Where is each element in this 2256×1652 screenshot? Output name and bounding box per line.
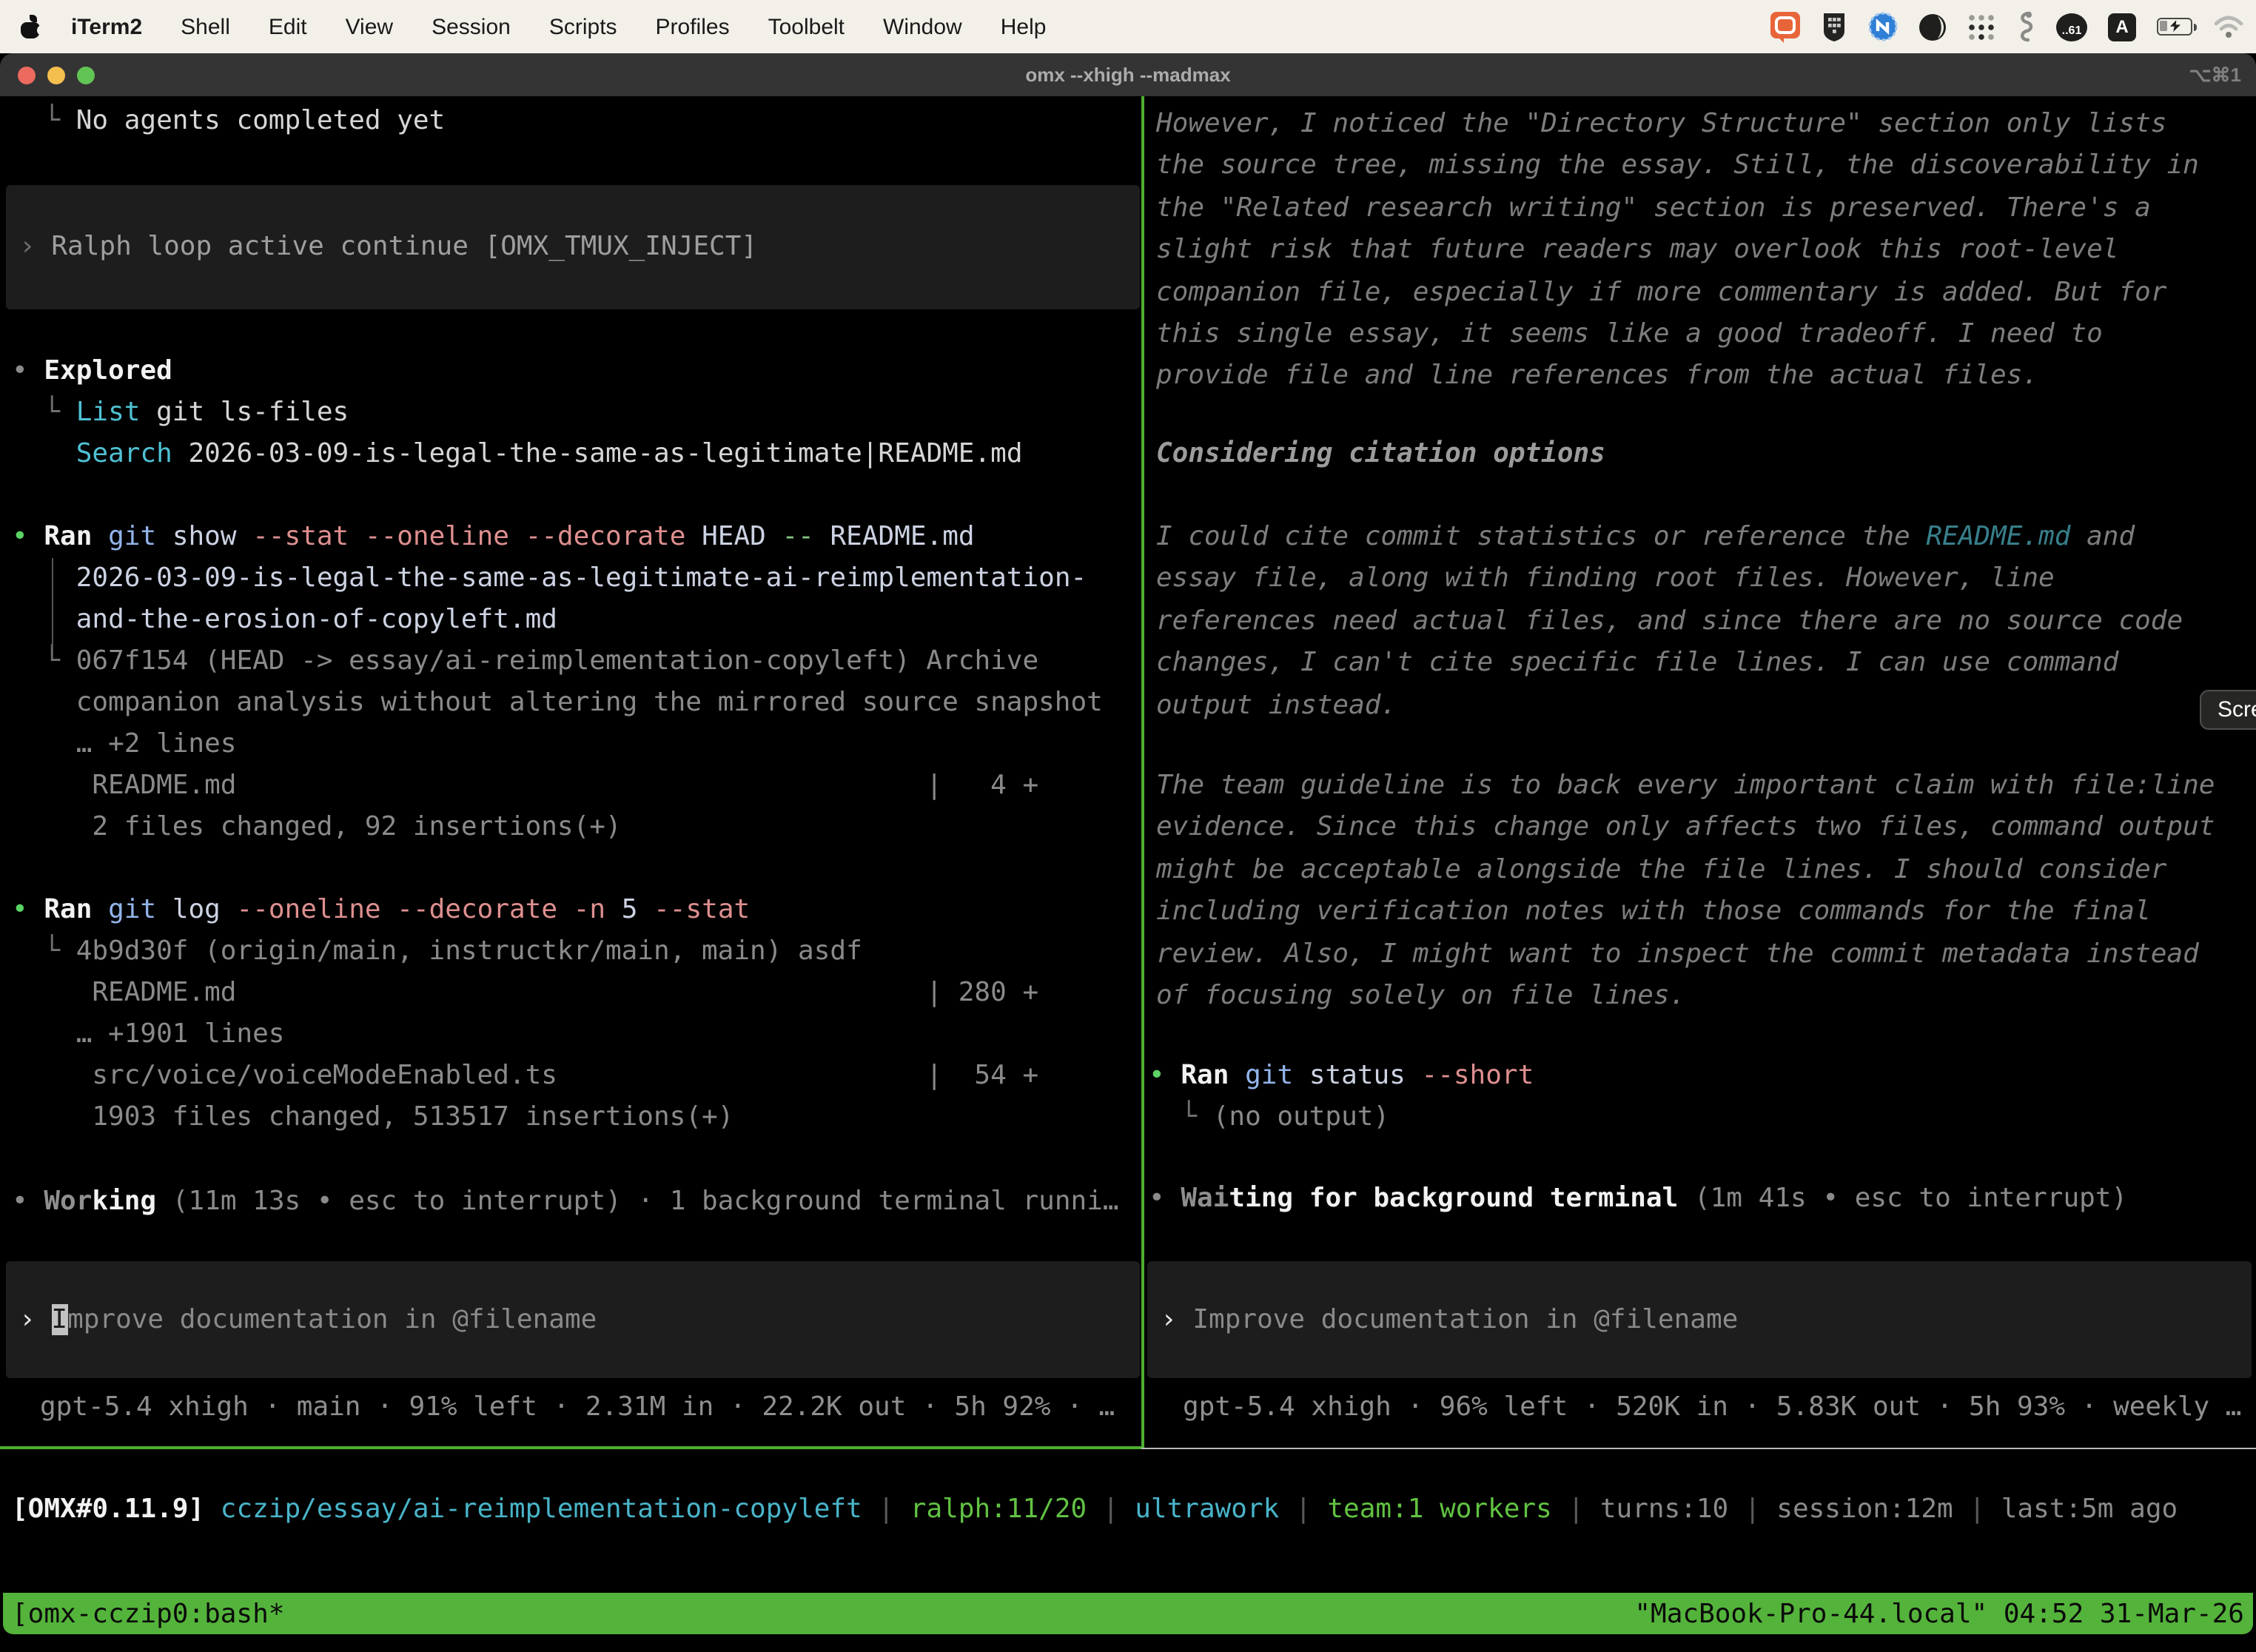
terminal-line: • Working (11m 13s • esc to interrupt) ·…	[12, 1181, 1119, 1223]
thinking-paragraph-1: However, I noticed the "Directory Struct…	[1156, 104, 2199, 398]
terminal-line: companion analysis without altering the …	[12, 682, 1103, 724]
window-title: omx --xhigh --madmax	[0, 64, 2256, 86]
menu-items: iTerm2 Shell Edit View Session Scripts Profile…	[71, 14, 1046, 39]
menu-window[interactable]: Window	[883, 14, 962, 39]
wifi-icon[interactable]	[2213, 15, 2244, 38]
git-log-block: • Ran git log --oneline --decorate -n 5 …	[12, 890, 1038, 1138]
blue-badge-icon[interactable]	[1868, 12, 1898, 41]
terminal-line: • Ran git show --stat --oneline --decora…	[12, 517, 1103, 558]
menu-profiles[interactable]: Profiles	[656, 14, 730, 39]
chat-bubble-icon[interactable]	[1770, 10, 1800, 43]
terminal-line: └ 067f154 (HEAD -> essay/ai-reimplementa…	[12, 641, 1103, 682]
terminal-line: essay file, along with finding root file…	[1156, 559, 2183, 601]
menubar-status-icons: ..61 A	[1770, 0, 2244, 53]
terminal-line: src/voice/voiceModeEnabled.ts | 54 +	[12, 1055, 1038, 1097]
terminal-line: 1903 files changed, 513517 insertions(+)	[12, 1097, 1038, 1138]
thinking-paragraph-3: The team guideline is to back every impo…	[1156, 765, 2215, 1018]
terminal-line: However, I noticed the "Directory Struct…	[1156, 104, 2199, 146]
terminal-line: and-the-erosion-of-copyleft.md	[12, 600, 1103, 641]
tmux-status-bar: [omx-cczip0:bash* "MacBook-Pro-44.local"…	[3, 1593, 2253, 1634]
terminal-line: The team guideline is to back every impo…	[1156, 765, 2215, 807]
terminal-line: of focusing solely on file lines.	[1156, 976, 2215, 1018]
tmux-session-name: [omx-cczip0:bash*	[12, 1598, 284, 1629]
terminal-line: output instead.	[1156, 685, 2183, 727]
terminal-line: changes, I can't cite specific file line…	[1156, 642, 2183, 685]
screen-tooltip-text: Scre	[2218, 697, 2256, 722]
terminal-line: └ List git ls-files	[12, 392, 1023, 434]
menu-help[interactable]: Help	[1001, 14, 1047, 39]
thinking-heading: Considering citation options	[1156, 434, 1605, 476]
terminal-line: slight risk that future readers may over…	[1156, 229, 2199, 272]
terminal-line: • Explored	[12, 351, 1023, 392]
tree-connector-line	[51, 558, 53, 647]
terminal-line: • Waiting for background terminal (1m 41…	[1149, 1178, 2127, 1220]
window-title-bar[interactable]: omx --xhigh --madmax ⌥⌘1	[0, 53, 2256, 96]
right-prompt-text: › Improve documentation in @filename	[1161, 1299, 1738, 1340]
terminal-line: the source tree, missing the essay. Stil…	[1156, 146, 2199, 188]
terminal-line: … +2 lines	[12, 724, 1103, 765]
keypad-shield-icon[interactable]	[1821, 11, 1847, 42]
menu-edit[interactable]: Edit	[269, 14, 307, 39]
squiggle-icon[interactable]	[2016, 10, 2035, 43]
terminal-line: references need actual files, and since …	[1156, 601, 2183, 643]
desktop-screen: iTerm2 Shell Edit View Session Scripts Profile…	[0, 0, 2256, 1652]
terminal-line: review. Also, I might want to inspect th…	[1156, 933, 2215, 976]
menu-session[interactable]: Session	[432, 14, 511, 39]
right-session-stats: gpt-5.4 xhigh · 96% left · 520K in · 5.8…	[1183, 1387, 2242, 1428]
terminal-line: 2026-03-09-is-legal-the-same-as-legitima…	[12, 558, 1103, 600]
input-source-icon[interactable]: A	[2108, 13, 2136, 41]
terminal-line: └ (no output)	[1149, 1097, 1534, 1138]
battery-percentage-icon[interactable]: ..61	[2056, 13, 2087, 41]
dark-pie-icon[interactable]	[1918, 13, 1947, 41]
agents-note-block: └ No agents completed yet	[12, 101, 445, 142]
menu-scripts[interactable]: Scripts	[549, 14, 617, 39]
terminal-line: Search 2026-03-09-is-legal-the-same-as-l…	[12, 434, 1023, 475]
waiting-status-line: • Waiting for background terminal (1m 41…	[1149, 1178, 2127, 1220]
active-pane-border	[0, 1446, 1141, 1449]
explored-block: • Explored └ List git ls-files Search 20…	[12, 351, 1023, 475]
tmux-host-clock: "MacBook-Pro-44.local" 04:52 31-Mar-26	[1634, 1598, 2244, 1629]
ralph-inject-text: › Ralph loop active continue [OMX_TMUX_I…	[19, 226, 757, 268]
left-session-stats: gpt-5.4 xhigh · main · 91% left · 2.31M …	[40, 1387, 1115, 1428]
window-shortcut-badge: ⌥⌘1	[2189, 63, 2241, 87]
battery-icon[interactable]	[2157, 18, 2192, 36]
terminal-line: companion file, especially if more comme…	[1156, 272, 2199, 314]
terminal-line: evidence. Since this change only affects…	[1156, 807, 2215, 850]
menu-toolbelt[interactable]: Toolbelt	[768, 14, 845, 39]
right-prompt-input[interactable]: › Improve documentation in @filename	[1147, 1261, 2252, 1378]
git-show-block: • Ran git show --stat --oneline --decora…	[12, 517, 1103, 848]
left-prompt-input[interactable]: › Improve documentation in @filename	[6, 1261, 1140, 1378]
terminal-line: including verification notes with those …	[1156, 891, 2215, 933]
terminal-line: might be acceptable alongside the file l…	[1156, 850, 2215, 892]
terminal-line: └ No agents completed yet	[12, 101, 445, 142]
pane-divider[interactable]	[1141, 96, 1144, 1448]
macos-menu-bar: iTerm2 Shell Edit View Session Scripts Profile…	[0, 0, 2256, 53]
terminal-content[interactable]: └ No agents completed yet › Ralph loop a…	[0, 96, 2256, 1652]
terminal-line: README.md | 280 +	[12, 973, 1038, 1014]
apple-menu-icon[interactable]	[21, 15, 41, 38]
ralph-inject-box[interactable]: › Ralph loop active continue [OMX_TMUX_I…	[6, 185, 1140, 309]
menu-view[interactable]: View	[346, 14, 394, 39]
inactive-pane-border	[1141, 1447, 2256, 1449]
screen-tooltip: Scre	[2200, 690, 2256, 730]
terminal-line: • Ran git status --short	[1149, 1055, 1534, 1097]
terminal-line: the "Related research writing" section i…	[1156, 188, 2199, 230]
dot-grid-icon[interactable]	[1967, 13, 1995, 41]
menu-shell[interactable]: Shell	[181, 14, 230, 39]
terminal-line: this single essay, it seems like a good …	[1156, 314, 2199, 356]
terminal-line: provide file and line references from th…	[1156, 356, 2199, 398]
terminal-line: 2 files changed, 92 insertions(+)	[12, 807, 1103, 848]
terminal-line: I could cite commit statistics or refere…	[1156, 517, 2183, 559]
terminal-line: └ 4b9d30f (origin/main, instructkr/main,…	[12, 931, 1038, 973]
terminal-line: README.md | 4 +	[12, 765, 1103, 807]
omx-status-line: [OMX#0.11.9] cczip/essay/ai-reimplementa…	[12, 1489, 2178, 1531]
git-status-block: • Ran git status --short └ (no output)	[1149, 1055, 1534, 1138]
thinking-paragraph-2: I could cite commit statistics or refere…	[1156, 517, 2183, 727]
left-prompt-text: › Improve documentation in @filename	[19, 1299, 597, 1340]
menu-iterm2[interactable]: iTerm2	[71, 14, 142, 39]
working-status-line: • Working (11m 13s • esc to interrupt) ·…	[12, 1181, 1119, 1223]
terminal-line: … +1901 lines	[12, 1014, 1038, 1055]
terminal-line: • Ran git log --oneline --decorate -n 5 …	[12, 890, 1038, 931]
